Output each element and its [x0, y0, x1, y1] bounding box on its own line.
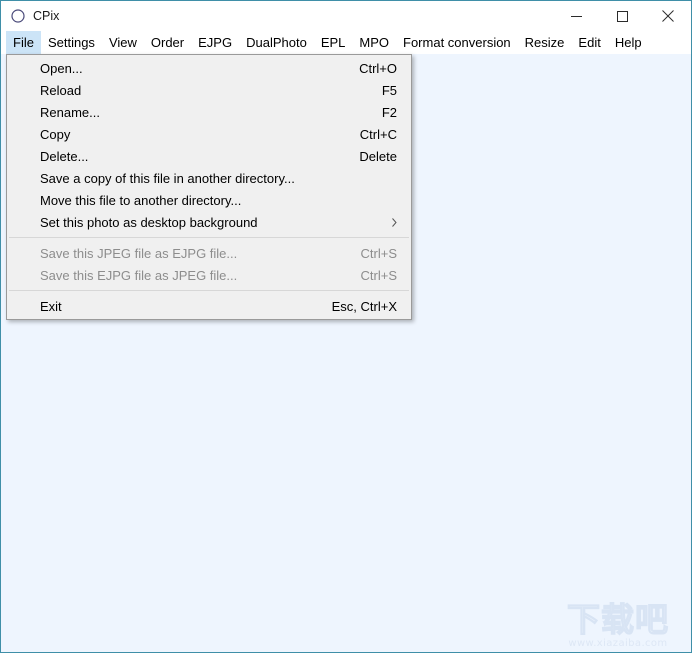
minimize-button[interactable]	[553, 1, 599, 31]
menubar-item-format-conversion[interactable]: Format conversion	[396, 31, 518, 54]
menu-item-shortcut: Ctrl+C	[359, 126, 397, 142]
menu-item-label: Reload	[40, 82, 82, 98]
menubar-item-view[interactable]: View	[102, 31, 144, 54]
circle-outline-icon	[11, 9, 25, 23]
menubar-item-label: Help	[614, 35, 642, 50]
menu-item-shortcut: Delete	[359, 148, 397, 164]
menubar-item-label: EJPG	[198, 35, 233, 50]
watermark-url: www.xiazaiba.com	[568, 638, 668, 649]
app-window: CPix File Settings View Order EJPG DualP…	[0, 0, 692, 653]
menubar-item-label: DualPhoto	[246, 35, 307, 50]
menubar-item-file[interactable]: File	[6, 31, 41, 54]
menubar-item-label: Edit	[578, 35, 601, 50]
menu-item-exit[interactable]: Exit Esc, Ctrl+X	[7, 295, 411, 317]
menubar-item-label: Settings	[47, 35, 95, 50]
menubar-item-label: Format conversion	[403, 35, 511, 50]
menubar-item-resize[interactable]: Resize	[518, 31, 572, 54]
menu-item-delete[interactable]: Delete... Delete	[7, 145, 411, 167]
menu-item-shortcut: Ctrl+S	[360, 245, 397, 261]
menu-item-move-to-another-directory[interactable]: Move this file to another directory...	[7, 189, 411, 211]
menu-item-label: Save a copy of this file in another dire…	[40, 170, 295, 186]
menubar-item-label: Order	[150, 35, 185, 50]
menu-item-label: Save this JPEG file as EJPG file...	[40, 245, 238, 261]
menubar-item-mpo[interactable]: MPO	[352, 31, 396, 54]
menu-separator	[9, 290, 409, 291]
menubar-item-label: EPL	[320, 35, 346, 50]
menu-item-label: Delete...	[40, 148, 89, 164]
menubar-item-help[interactable]: Help	[608, 31, 649, 54]
menu-item-save-ejpg-as-jpeg: Save this EJPG file as JPEG file... Ctrl…	[7, 264, 411, 286]
watermark-logo: 下载吧	[566, 600, 669, 639]
menu-item-label: Open...	[40, 60, 83, 76]
close-icon	[662, 10, 674, 22]
menu-item-label: Rename...	[40, 104, 100, 120]
menubar-item-epl[interactable]: EPL	[314, 31, 353, 54]
menu-item-shortcut: F2	[381, 104, 397, 120]
menu-item-shortcut: Esc, Ctrl+X	[331, 298, 397, 314]
menubar-item-ejpg[interactable]: EJPG	[191, 31, 239, 54]
maximize-icon	[616, 10, 628, 22]
menu-item-save-jpeg-as-ejpg: Save this JPEG file as EJPG file... Ctrl…	[7, 242, 411, 264]
menu-item-label: Copy	[40, 126, 71, 142]
menu-item-shortcut: F5	[381, 82, 397, 98]
menu-separator	[9, 237, 409, 238]
menu-item-shortcut: Ctrl+O	[359, 60, 397, 76]
maximize-button[interactable]	[599, 1, 645, 31]
chevron-right-icon	[392, 217, 397, 227]
close-button[interactable]	[645, 1, 691, 31]
menu-item-copy[interactable]: Copy Ctrl+C	[7, 123, 411, 145]
menubar-item-label: File	[13, 35, 34, 50]
title-bar: CPix	[1, 1, 691, 31]
menubar-item-edit[interactable]: Edit	[571, 31, 607, 54]
menu-item-label: Move this file to another directory...	[40, 192, 242, 208]
menubar-item-dualphoto[interactable]: DualPhoto	[239, 31, 314, 54]
menubar-item-order[interactable]: Order	[144, 31, 191, 54]
menu-item-label: Set this photo as desktop background	[40, 214, 258, 230]
menu-item-reload[interactable]: Reload F5	[7, 79, 411, 101]
menu-item-open[interactable]: Open... Ctrl+O	[7, 57, 411, 79]
window-controls	[553, 1, 691, 31]
menu-item-save-copy-another-directory[interactable]: Save a copy of this file in another dire…	[7, 167, 411, 189]
menubar-item-label: Resize	[524, 35, 565, 50]
file-dropdown-menu: Open... Ctrl+O Reload F5 Rename... F2 Co…	[6, 54, 412, 320]
menubar-item-settings[interactable]: Settings	[41, 31, 102, 54]
menu-item-rename[interactable]: Rename... F2	[7, 101, 411, 123]
menu-item-shortcut: Ctrl+S	[360, 267, 397, 283]
menu-item-label: Save this EJPG file as JPEG file...	[40, 267, 238, 283]
window-title: CPix	[33, 8, 60, 23]
minimize-icon	[570, 15, 582, 17]
menu-item-set-as-desktop-background[interactable]: Set this photo as desktop background	[7, 211, 411, 233]
menubar-item-label: MPO	[359, 35, 390, 50]
watermark: 下载吧 www.xiazaiba.com	[550, 600, 686, 649]
menu-item-label: Exit	[40, 298, 62, 314]
menubar-item-label: View	[108, 35, 137, 50]
menu-bar: File Settings View Order EJPG DualPhoto …	[1, 31, 691, 54]
